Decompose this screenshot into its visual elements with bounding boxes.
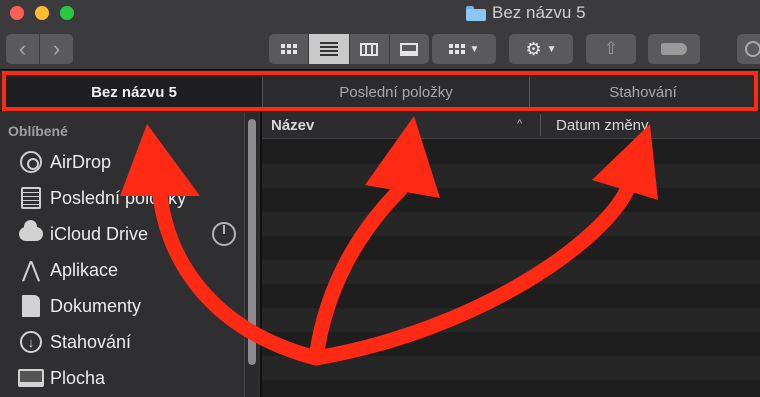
file-list-rows[interactable] — [262, 140, 760, 397]
sidebar-item-label: Plocha — [50, 367, 106, 388]
minimize-window-button[interactable] — [35, 6, 49, 20]
forward-button[interactable]: › — [40, 34, 73, 64]
list-view-button[interactable] — [309, 34, 350, 64]
column-header-date-modified[interactable]: Datum změny — [556, 117, 649, 134]
gear-icon: ⚙ — [525, 38, 542, 59]
chevron-down-icon: ▼ — [469, 43, 480, 55]
window-title: Bez názvu 5 — [466, 2, 586, 24]
icon-view-button[interactable] — [269, 34, 310, 64]
sidebar-item-label: AirDrop — [50, 151, 112, 172]
chevron-down-icon: ▼ — [546, 43, 557, 55]
share-button[interactable]: ⇧ — [586, 34, 636, 64]
sidebar-item-recents[interactable]: Poslední položky — [0, 183, 240, 213]
back-button[interactable]: ‹ — [6, 34, 39, 64]
sidebar-item-label: Dokumenty — [50, 295, 142, 316]
search-icon — [745, 41, 760, 57]
gallery-view-icon — [400, 42, 419, 56]
tag-button[interactable] — [648, 34, 700, 64]
share-icon: ⇧ — [603, 39, 619, 58]
group-by-icon — [448, 44, 465, 54]
sidebar-item-label: Stahování — [50, 331, 132, 352]
column-view-icon — [360, 42, 379, 56]
cloud-icon — [18, 220, 44, 247]
column-separator[interactable] — [540, 114, 541, 136]
sidebar-section-heading: Oblíbené — [8, 123, 68, 139]
documents-icon — [18, 293, 44, 319]
column-header-name[interactable]: Název — [271, 117, 314, 134]
sidebar-item-label: Poslední položky — [50, 187, 187, 208]
airdrop-icon — [18, 149, 44, 175]
column-header: Název ^ Datum změny — [262, 111, 760, 139]
toolbar: Bez názvu 5 ‹ › ▼ ⚙ ▼ ⇧ — [0, 0, 760, 70]
zoom-window-button[interactable] — [60, 6, 74, 20]
recents-icon — [18, 185, 44, 211]
sidebar-item-desktop[interactable]: Plocha — [0, 363, 240, 393]
icon-view-icon — [280, 44, 297, 54]
gallery-view-button[interactable] — [390, 34, 429, 64]
sidebar-item-applications[interactable]: ⋀ Aplikace — [0, 255, 240, 285]
applications-icon: ⋀ — [21, 257, 41, 283]
downloads-icon: ↓ — [18, 329, 44, 355]
group-by-button[interactable]: ▼ — [432, 34, 496, 64]
list-view-icon — [319, 42, 338, 56]
folder-icon — [466, 5, 486, 21]
sidebar-item-downloads[interactable]: ↓ Stahování — [0, 327, 240, 357]
sidebar-scrollbar[interactable] — [244, 113, 258, 397]
tab-bez-nazvu-5[interactable]: Bez názvu 5 — [6, 77, 262, 107]
window-title-text: Bez názvu 5 — [492, 3, 586, 22]
tab-stahovani[interactable]: Stahování — [529, 77, 756, 107]
tab-posledni-polozky[interactable]: Poslední položky — [262, 77, 529, 107]
desktop-icon — [18, 365, 44, 391]
tag-icon — [661, 43, 687, 55]
sidebar-item-icloud-drive[interactable]: iCloud Drive — [0, 219, 240, 249]
sidebar: Oblíbené AirDrop Poslední položky iCloud… — [0, 111, 262, 397]
sort-ascending-icon: ^ — [517, 118, 523, 130]
sidebar-item-documents[interactable]: Dokumenty — [0, 291, 240, 321]
chevron-right-icon: › — [52, 36, 61, 61]
icloud-status-icon — [212, 222, 236, 246]
action-menu-button[interactable]: ⚙ ▼ — [509, 34, 573, 64]
sidebar-item-label: iCloud Drive — [50, 223, 149, 244]
chevron-left-icon: ‹ — [18, 36, 27, 61]
sidebar-scrollbar-thumb[interactable] — [248, 119, 256, 365]
column-view-button[interactable] — [350, 34, 390, 64]
file-list: Název ^ Datum změny — [262, 111, 760, 397]
sidebar-item-airdrop[interactable]: AirDrop — [0, 147, 240, 177]
close-window-button[interactable] — [10, 6, 24, 20]
view-mode-switcher — [269, 34, 429, 64]
search-button[interactable] — [737, 34, 760, 64]
sidebar-item-label: Aplikace — [50, 259, 119, 280]
tab-bar: Bez názvu 5 Poslední položky Stahování — [0, 71, 760, 111]
